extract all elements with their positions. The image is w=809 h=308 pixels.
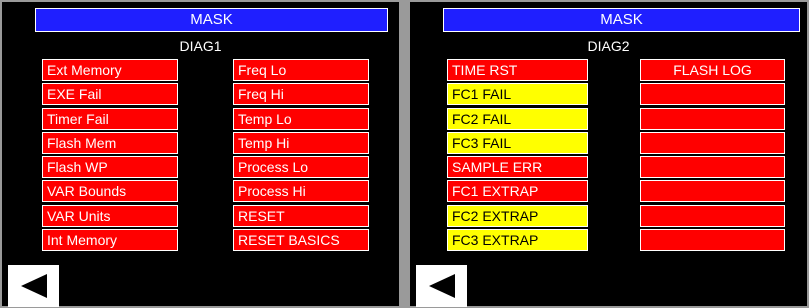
exe-fail-button[interactable]: EXE Fail: [42, 83, 178, 105]
fc2-fail-button[interactable]: FC2 FAIL: [447, 108, 588, 130]
flash-log-button[interactable]: FLASH LOG: [640, 59, 785, 81]
back-button[interactable]: [8, 265, 59, 307]
temp-lo-button[interactable]: Temp Lo: [233, 108, 369, 130]
blank-button-6[interactable]: [640, 205, 785, 227]
blank-button-7[interactable]: [640, 229, 785, 251]
fc1-fail-button[interactable]: FC1 FAIL: [447, 83, 588, 105]
blank-button-3[interactable]: [640, 132, 785, 154]
reset-button[interactable]: RESET: [233, 205, 369, 227]
page-title: DIAG1: [179, 38, 222, 54]
int-memory-button[interactable]: Int Memory: [42, 229, 178, 251]
flash-mem-button[interactable]: Flash Mem: [42, 132, 178, 154]
back-arrow-icon: [429, 274, 455, 298]
reset-basics-button[interactable]: RESET BASICS: [233, 229, 369, 251]
page-title: DIAG2: [587, 38, 630, 54]
blank-button-4[interactable]: [640, 156, 785, 178]
fc3-extrap-button[interactable]: FC3 EXTRAP: [447, 229, 588, 251]
var-bounds-button[interactable]: VAR Bounds: [42, 180, 178, 202]
freq-hi-button[interactable]: Freq Hi: [233, 83, 369, 105]
freq-lo-button[interactable]: Freq Lo: [233, 59, 369, 81]
blank-button-5[interactable]: [640, 180, 785, 202]
back-button[interactable]: [416, 265, 467, 307]
diag2-panel: MASK DIAG2 TIME RST FC1 FAIL FC2 FAIL FC…: [410, 2, 807, 307]
flash-wp-button[interactable]: Flash WP: [42, 156, 178, 178]
back-arrow-icon: [21, 274, 47, 298]
var-units-button[interactable]: VAR Units: [42, 205, 178, 227]
fc1-extrap-button[interactable]: FC1 EXTRAP: [447, 180, 588, 202]
fc2-extrap-button[interactable]: FC2 EXTRAP: [447, 205, 588, 227]
timer-fail-button[interactable]: Timer Fail: [42, 108, 178, 130]
blank-button-1[interactable]: [640, 83, 785, 105]
process-lo-button[interactable]: Process Lo: [233, 156, 369, 178]
fc3-fail-button[interactable]: FC3 FAIL: [447, 132, 588, 154]
time-rst-button[interactable]: TIME RST: [447, 59, 588, 81]
temp-hi-button[interactable]: Temp Hi: [233, 132, 369, 154]
sample-err-button[interactable]: SAMPLE ERR: [447, 156, 588, 178]
process-hi-button[interactable]: Process Hi: [233, 180, 369, 202]
blank-button-2[interactable]: [640, 108, 785, 130]
diag1-panel: MASK DIAG1 Ext Memory EXE Fail Timer Fai…: [2, 2, 399, 307]
mask-header: MASK: [35, 8, 388, 32]
mask-header: MASK: [443, 8, 800, 32]
ext-memory-button[interactable]: Ext Memory: [42, 59, 178, 81]
